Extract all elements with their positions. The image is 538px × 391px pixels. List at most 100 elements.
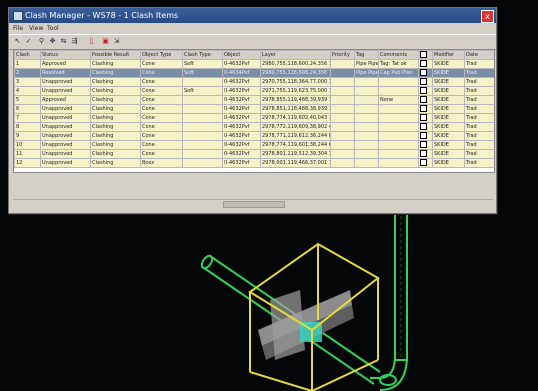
table-row[interactable]: 5 Approved Clashing Cone 0-4632Pvf 2978,855,1… [14,95,494,105]
clash-manager-window: Clash Manager - WS78 - 1 Clash Items x F… [8,7,497,214]
table-row[interactable]: 9 Unapproved Clashing Cone 0-4632Pvf 2978,771… [14,131,494,141]
checkbox-icon[interactable] [420,105,427,112]
cell-object: 0-4634Pvf [222,68,261,78]
export-icon[interactable]: ⇲ [112,37,121,46]
checkbox-icon[interactable] [420,96,427,103]
table-row[interactable]: 8 Unapproved Clashing Cone 0-4632Pvf 2978,772… [14,122,494,132]
cell-status: Unapproved [40,122,91,132]
cell-check[interactable] [418,86,433,96]
cell-clash-type [182,104,223,114]
cell-check[interactable] [418,68,433,78]
menu-tool[interactable]: Tool [47,23,59,34]
cell-layer: 2978,774,119,601,38,244 668 [260,140,331,150]
menu-view[interactable]: View [29,23,43,34]
table-row[interactable]: 6 Unapproved Clashing Cone 0-4632Pvf 2978,851… [14,104,494,114]
check-icon[interactable]: ✓ [24,37,33,46]
cell-check[interactable] [418,140,433,150]
col-object[interactable]: Object [222,50,261,60]
cell-check[interactable] [418,104,433,114]
col-date[interactable]: Date [464,50,494,60]
cell-date: Trad [464,158,494,168]
viewport-3d[interactable]: Clash Manager - WS78 - 1 Clash Items x F… [0,0,538,391]
cell-check[interactable] [418,59,433,69]
cell-check[interactable] [418,77,433,87]
cell-result: Clashing [90,68,141,78]
cell-object-type: Cone [140,113,183,123]
cell-clash-type: Soft [182,59,223,69]
table-row[interactable]: 1 Approved Clashing Cone Soft 0-4632Pvf 2980,7… [14,59,494,69]
table-row[interactable]: 7 Unapproved Clashing Cone 0-4632Pvf 2978,774… [14,113,494,123]
menu-file[interactable]: File [13,23,23,34]
cell-layer: 2970,755,118,364,77,000 102 [260,77,331,87]
cell-layer: 2978,801,119,512,39,304 102 [260,149,331,159]
table-row[interactable]: 3 Unapproved Clashing Cone 0-4632Pvf 2970,755… [14,77,494,87]
col-status[interactable]: Status [40,50,91,60]
cell-check[interactable] [418,95,433,105]
checkbox-icon[interactable] [420,141,427,148]
cell-object: 0-4632Pvf [222,131,261,141]
cell-check[interactable] [418,149,433,159]
cell-date: Trad [464,149,494,159]
col-layer[interactable]: Layer [260,50,331,60]
cell-clash: 2 [14,68,41,78]
cell-modifier: SKIDE [432,59,465,69]
pointer-icon[interactable]: ↖ [13,37,22,46]
col-object-type[interactable]: Object Type [140,50,183,60]
checkbox-icon[interactable] [420,123,427,130]
cell-modifier: SKIDE [432,131,465,141]
cell-object-type: Cone [140,131,183,141]
cell-clash: 10 [14,140,41,150]
title-bar[interactable]: Clash Manager - WS78 - 1 Clash Items x [9,8,496,23]
cell-clash-type [182,77,223,87]
col-tag[interactable]: Tag [354,50,379,60]
cell-tag [354,104,379,114]
cell-comments [378,149,419,159]
navigate-icon[interactable]: ✥ [48,37,57,46]
checkbox-icon[interactable] [420,159,427,166]
table-row[interactable]: 12 Unapproved Clashing Boxx 0-4632Pvf 2978,00… [14,158,494,168]
cell-clash-type [182,122,223,132]
close-button[interactable]: x [481,10,494,23]
cell-object-type: Cone [140,122,183,132]
cell-modifier: SKIDE [432,77,465,87]
col-modifier[interactable]: Modifier [432,50,465,60]
cell-modifier: SKIDE [432,158,465,168]
checkbox-icon[interactable] [420,150,427,157]
cell-check[interactable] [418,122,433,132]
table-row[interactable]: 11 Unapproved Clashing Cone 0-4632Pvf 2978,80… [14,149,494,159]
cell-check[interactable] [418,113,433,123]
zoom-icon[interactable]: ⚲ [37,37,46,46]
cell-date: Trad [464,59,494,69]
checkbox-icon[interactable] [420,78,427,85]
delete-icon[interactable]: ▯ [87,37,96,46]
col-clash-type[interactable]: Clash Type [182,50,223,60]
cell-clash: 11 [14,149,41,159]
cell-tag [354,131,379,141]
checkbox-icon[interactable] [420,114,427,121]
cell-status: Unapproved [40,77,91,87]
table-row[interactable]: 10 Unapproved Clashing Cone 0-4632Pvf 2978,77… [14,140,494,150]
cell-result: Clashing [90,122,141,132]
checkbox-icon[interactable] [420,69,427,76]
col-clash[interactable]: Clash [14,50,41,60]
col-possible-result[interactable]: Possible Result [90,50,141,60]
table-row[interactable]: 4 Unapproved Clashing Cone Soft 0-4632Pvf 2971… [14,86,494,96]
link-icon[interactable]: ⇆ [59,37,68,46]
cell-clash-type [182,149,223,159]
col-comments[interactable]: Comments [378,50,419,60]
arrange-icon[interactable]: ⇶ [70,37,79,46]
horizontal-scrollbar[interactable] [13,199,493,208]
checkbox-icon[interactable] [420,87,427,94]
cell-comments: Tag: Tat ok [378,59,419,69]
cell-clash: 7 [14,113,41,123]
table-row[interactable]: 2 Resolved Clashing Cone Soft 0-4634Pvf 2980,7… [14,68,494,78]
col-priority[interactable]: Priority [330,50,355,60]
report-icon[interactable]: ▣ [101,37,110,46]
cell-result: Clashing [90,140,141,150]
checkbox-icon[interactable] [420,60,427,67]
col-check[interactable] [418,50,433,60]
checkbox-icon[interactable] [420,132,427,139]
cell-check[interactable] [418,158,433,168]
cell-check[interactable] [418,131,433,141]
scrollbar-thumb[interactable] [223,201,285,208]
